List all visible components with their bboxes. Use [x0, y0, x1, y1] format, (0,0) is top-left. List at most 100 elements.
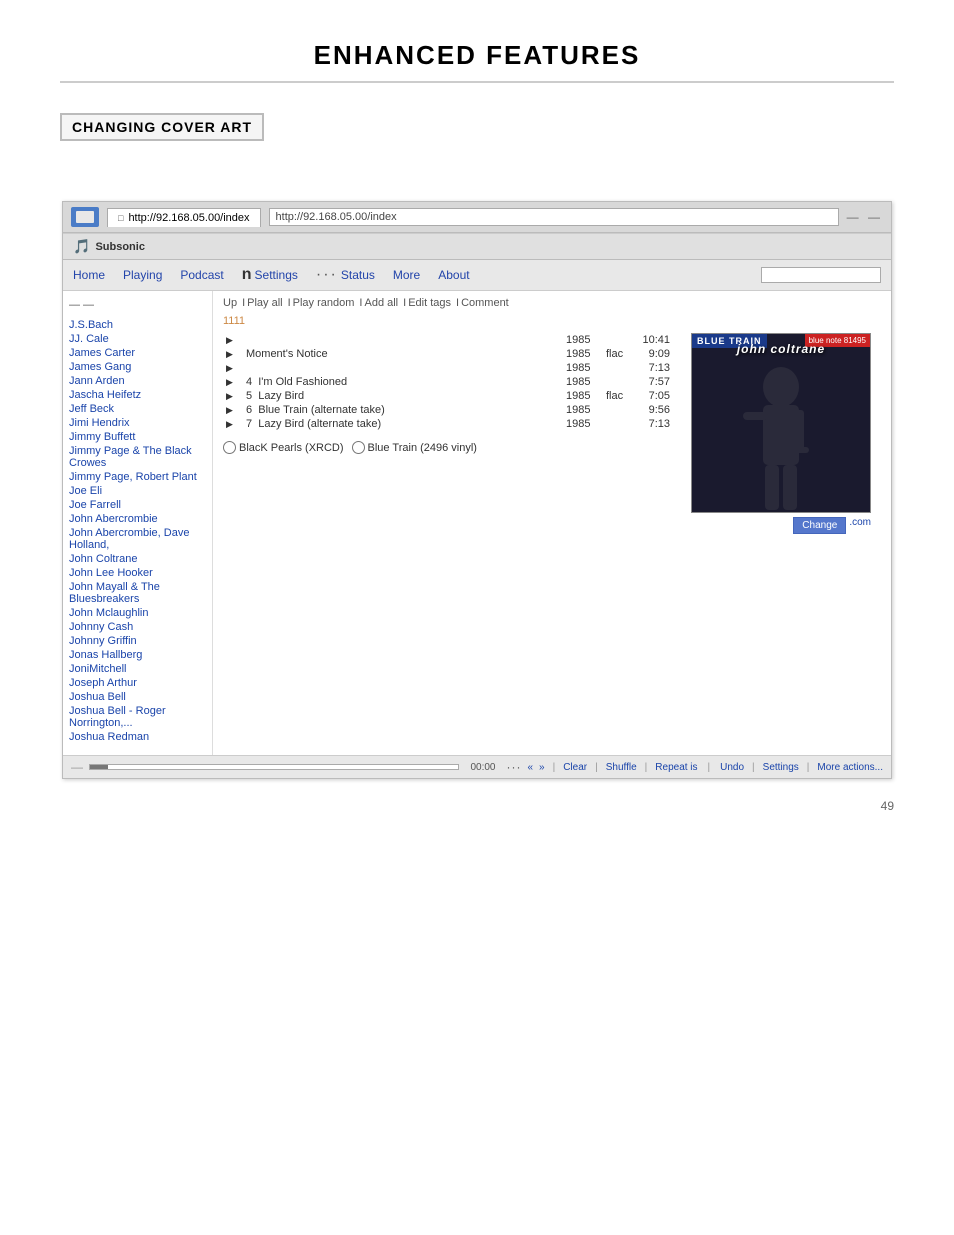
player-dots: ···: [506, 760, 521, 774]
track-year-1: 1985: [563, 333, 603, 347]
player-more-btn[interactable]: More actions...: [817, 762, 883, 773]
sidebar-item-jjcale[interactable]: JJ. Cale: [69, 333, 206, 345]
nav-podcast[interactable]: Podcast: [180, 268, 223, 282]
player-repeat-btn[interactable]: Repeat is: [655, 762, 697, 773]
track-play-icon-5[interactable]: ▶: [223, 389, 243, 403]
sidebar-item-jimmyrp[interactable]: Jimmy Page, Robert Plant: [69, 471, 206, 483]
track-play-icon-6[interactable]: ▶: [223, 403, 243, 417]
album-block: ▶ 1985 10:41 ▶ Moment's Notice: [223, 333, 881, 534]
track-format-7: [603, 417, 633, 431]
sidebar-item-jaschah[interactable]: Jascha Heifetz: [69, 389, 206, 401]
nav-playing[interactable]: Playing: [123, 268, 162, 282]
zoom-link[interactable]: .com: [849, 517, 871, 534]
player-shuffle-btn[interactable]: Shuffle: [606, 762, 637, 773]
radio-option-xrcd[interactable]: BlacK Pearls (XRCD): [223, 441, 344, 454]
action-edit-tags[interactable]: Edit tags: [408, 297, 451, 309]
track-play-icon-2[interactable]: ▶: [223, 347, 243, 361]
sidebar-item-jsbach[interactable]: J.S.Bach: [69, 319, 206, 331]
change-button-row: Change .com: [691, 517, 871, 534]
url-bar[interactable]: http://92.168.05.00/index: [269, 208, 839, 226]
track-name-3[interactable]: [243, 361, 563, 375]
player-next-btn[interactable]: »: [539, 762, 545, 773]
player-settings-btn[interactable]: Settings: [763, 762, 799, 773]
sidebar-item-jimmyb[interactable]: Jimmy Buffett: [69, 431, 206, 443]
sidebar-item-jamescarter[interactable]: James Carter: [69, 347, 206, 359]
sidebar-item-johnmcl[interactable]: John Mclaughlin: [69, 607, 206, 619]
sidebar-item-johnmayall[interactable]: John Mayall & The Bluesbreakers: [69, 581, 206, 605]
track-format-3: [603, 361, 633, 375]
track-play-icon-1[interactable]: ▶: [223, 333, 243, 347]
nav-more[interactable]: More: [393, 268, 420, 282]
pipe-4: I: [403, 297, 406, 309]
track-format-1: [603, 333, 633, 347]
pipe-player-3: |: [645, 762, 648, 773]
subsonic-header: 🎵 Subsonic: [63, 234, 891, 260]
track-name-7[interactable]: 7 Lazy Bird (alternate take): [243, 417, 563, 431]
track-name-2[interactable]: Moment's Notice: [243, 347, 563, 361]
nav-settings[interactable]: Settings: [255, 268, 298, 282]
sidebar-controls: — —: [69, 299, 206, 311]
track-duration-5: 7:05: [633, 389, 673, 403]
pipe-player: |: [553, 762, 556, 773]
change-cover-button[interactable]: Change: [793, 517, 846, 534]
sidebar-item-joshuab[interactable]: Joshua Bell: [69, 691, 206, 703]
album-art-container: BLUE TRAIN blue note 81495 john coltrane: [691, 333, 871, 513]
sidebar-item-johnabdh[interactable]: John Abercrombie, Dave Holland,: [69, 527, 206, 551]
browser-tab[interactable]: □ http://92.168.05.00/index: [107, 208, 261, 227]
action-add-all[interactable]: Add all: [364, 297, 398, 309]
sidebar-item-johncoltrane[interactable]: John Coltrane: [69, 553, 206, 565]
nav-about[interactable]: About: [438, 268, 469, 282]
track-name-5[interactable]: 5 Lazy Bird: [243, 389, 563, 403]
sidebar-item-jannarden[interactable]: Jann Arden: [69, 375, 206, 387]
player-undo-btn[interactable]: Undo: [720, 762, 744, 773]
sidebar-item-josepha[interactable]: Joseph Arthur: [69, 677, 206, 689]
sidebar-item-joeeli[interactable]: Joe Eli: [69, 485, 206, 497]
sidebar-item-jeffbeck[interactable]: Jeff Beck: [69, 403, 206, 415]
tab-icon: □: [118, 213, 123, 223]
radio-xrcd[interactable]: [223, 441, 236, 454]
action-bar: Up I Play all I Play random I Add all I …: [223, 297, 881, 309]
badge-count: 1111: [223, 315, 245, 327]
action-play-all[interactable]: Play all: [247, 297, 282, 309]
sidebar-item-joshuabrn[interactable]: Joshua Bell - Roger Norrington,...: [69, 705, 206, 729]
search-box[interactable]: [761, 267, 881, 283]
sidebar-item-johnnycash[interactable]: Johnny Cash: [69, 621, 206, 633]
track-play-icon-3[interactable]: ▶: [223, 361, 243, 375]
subsonic-logo-icon: 🎵: [73, 238, 90, 255]
track-play-icon-7[interactable]: ▶: [223, 417, 243, 431]
sidebar-item-joshuaredman[interactable]: Joshua Redman: [69, 731, 206, 743]
player-progress-bar[interactable]: [89, 764, 459, 770]
action-play-random[interactable]: Play random: [293, 297, 355, 309]
track-duration-2: 9:09: [633, 347, 673, 361]
browser-logo-icon: [71, 207, 99, 227]
sidebar-item-johnnygriffin[interactable]: Johnny Griffin: [69, 635, 206, 647]
radio-xrcd-label: BlacK Pearls (XRCD): [239, 442, 344, 454]
browser-window: □ http://92.168.05.00/index http://92.16…: [62, 201, 892, 779]
track-play-icon-4[interactable]: ▶: [223, 375, 243, 389]
track-duration-7: 7:13: [633, 417, 673, 431]
radio-vinyl[interactable]: [352, 441, 365, 454]
minimize-button[interactable]: — —: [847, 210, 883, 224]
sidebar-item-johnab[interactable]: John Abercrombie: [69, 513, 206, 525]
content-area: Up I Play all I Play random I Add all I …: [213, 291, 891, 755]
player-clear-btn[interactable]: Clear: [563, 762, 587, 773]
sidebar-item-joefarrell[interactable]: Joe Farrell: [69, 499, 206, 511]
player-prev-btn[interactable]: «: [527, 762, 533, 773]
sidebar-item-jimih[interactable]: Jimi Hendrix: [69, 417, 206, 429]
action-comment[interactable]: Comment: [461, 297, 509, 309]
track-format-4: [603, 375, 633, 389]
sidebar-item-jimmybc[interactable]: Jimmy Page & The Black Crowes: [69, 445, 206, 469]
table-row: ▶ 6 Blue Train (alternate take) 1985 9:5…: [223, 403, 673, 417]
nav-status[interactable]: Status: [341, 268, 375, 282]
track-name-4[interactable]: 4 I'm Old Fashioned: [243, 375, 563, 389]
sidebar: — — J.S.Bach JJ. Cale James Carter James…: [63, 291, 213, 755]
sidebar-item-jonimic[interactable]: JoniMitchell: [69, 663, 206, 675]
track-name-1[interactable]: [243, 333, 563, 347]
sidebar-item-johnleeh[interactable]: John Lee Hooker: [69, 567, 206, 579]
track-name-6[interactable]: 6 Blue Train (alternate take): [243, 403, 563, 417]
radio-option-vinyl[interactable]: Blue Train (2496 vinyl): [352, 441, 477, 454]
main-content: — — J.S.Bach JJ. Cale James Carter James…: [63, 291, 891, 755]
sidebar-item-jamesgang[interactable]: James Gang: [69, 361, 206, 373]
sidebar-item-jonash[interactable]: Jonas Hallberg: [69, 649, 206, 661]
nav-home[interactable]: Home: [73, 268, 105, 282]
